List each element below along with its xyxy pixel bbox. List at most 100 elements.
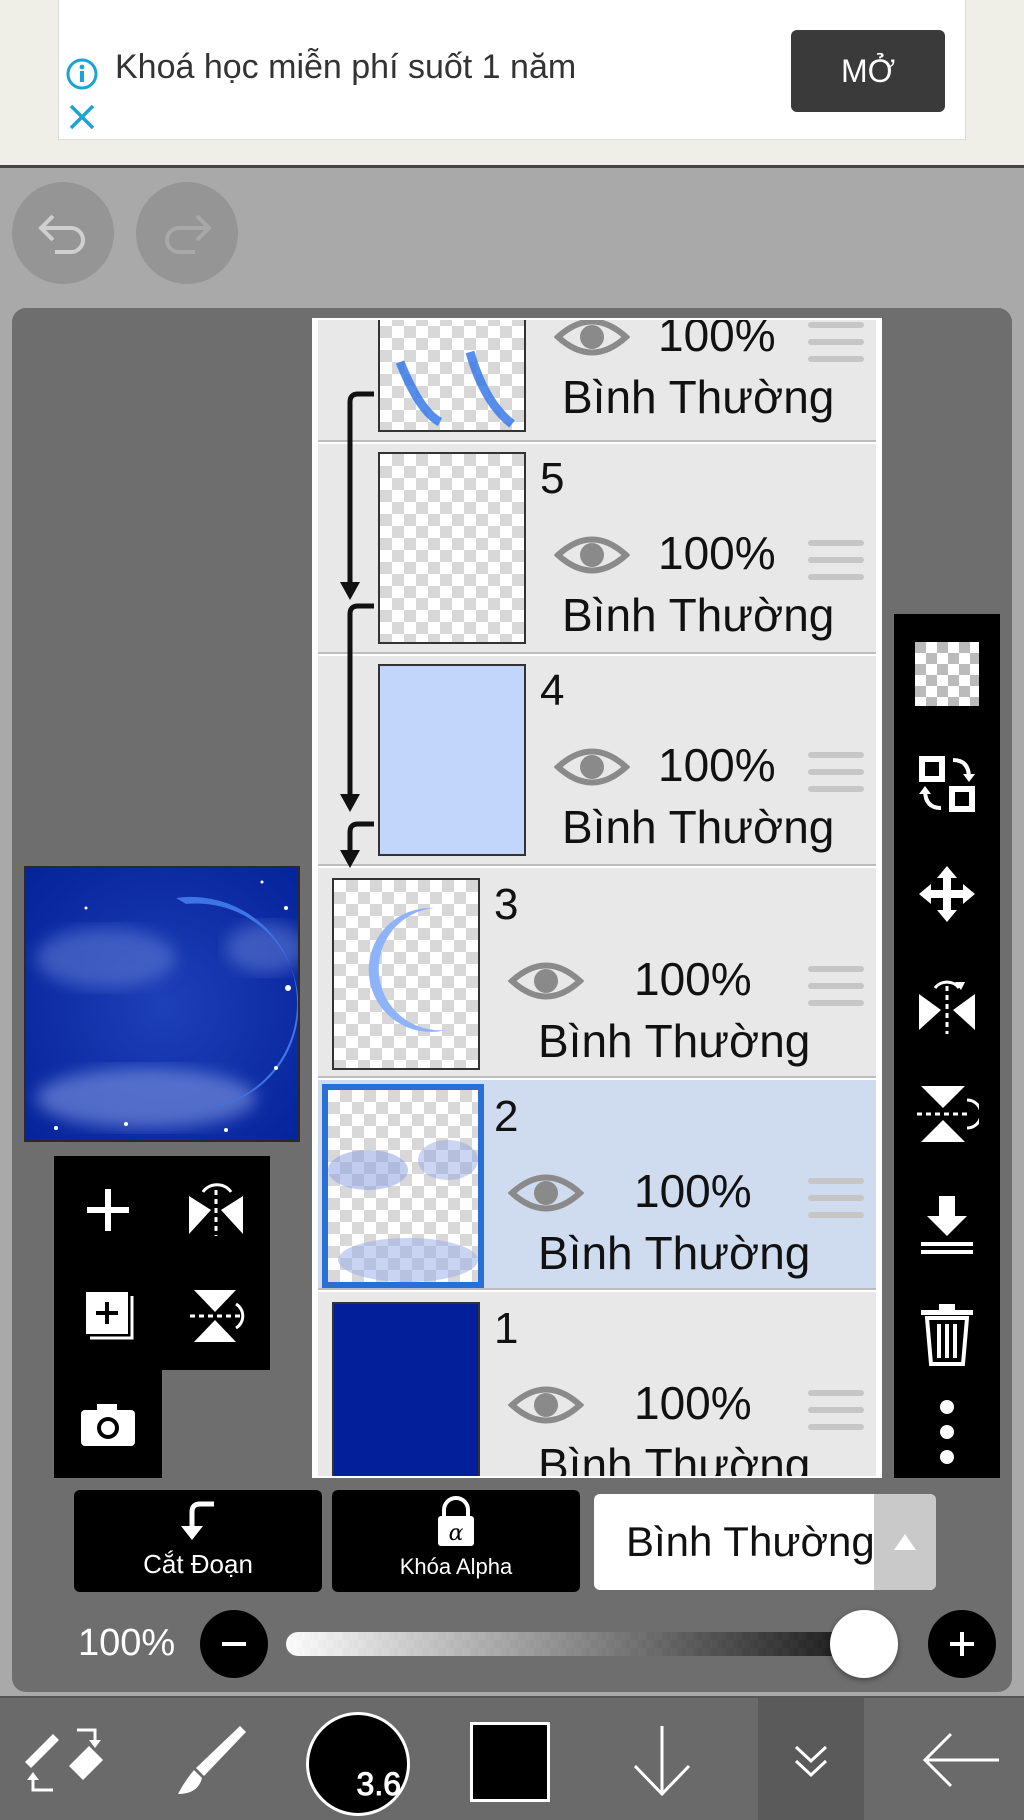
swap-layer-button[interactable] — [907, 744, 987, 824]
merge-down-button[interactable] — [907, 1184, 987, 1264]
visibility-eye-icon[interactable] — [508, 1168, 584, 1218]
drag-handle-icon[interactable] — [808, 540, 864, 584]
flip-vertical-icon — [190, 1290, 245, 1342]
layer-thumbnail — [332, 1302, 480, 1476]
alpha-lock-button[interactable]: α Khóa Alpha — [332, 1490, 580, 1592]
current-color-swatch[interactable] — [470, 1722, 550, 1802]
layer-row-6[interactable]: 100% Bình Thường — [318, 318, 876, 442]
opacity-decrease-button[interactable] — [200, 1610, 268, 1678]
layer-row-2[interactable]: 2 100% Bình Thường — [318, 1080, 876, 1290]
redo-button[interactable] — [136, 182, 238, 284]
undo-button[interactable] — [12, 182, 114, 284]
brush-size-value: 3.6 — [356, 1766, 401, 1803]
flip-horizontal-button[interactable] — [176, 1170, 256, 1250]
brush-size-button[interactable]: 3.6 — [306, 1712, 410, 1816]
double-chevron-down-icon — [794, 1745, 828, 1778]
layer-row-1[interactable]: 1 100% Bình Thường — [318, 1292, 876, 1476]
visibility-eye-icon[interactable] — [554, 318, 630, 362]
layer-opacity: 100% — [658, 527, 776, 579]
move-button[interactable] — [907, 854, 987, 934]
visibility-eye-icon[interactable] — [508, 1380, 584, 1430]
redo-icon — [165, 214, 212, 254]
transparency-button[interactable] — [907, 634, 987, 714]
download-button[interactable] — [612, 1698, 712, 1820]
minus-icon — [222, 1642, 246, 1646]
new-layer-copy-icon — [86, 1292, 134, 1340]
layer-number: 1 — [494, 1304, 519, 1353]
flip-horizontal-icon — [189, 1183, 243, 1236]
triangle-up-icon — [894, 1534, 916, 1550]
layer-thumbnail — [378, 320, 526, 432]
add-folder-button[interactable] — [68, 1276, 148, 1356]
flip-vertical-button[interactable] — [176, 1276, 256, 1356]
blend-mode-dropdown[interactable] — [874, 1494, 936, 1590]
more-options-button[interactable] — [907, 1392, 987, 1472]
svg-text:α: α — [449, 1521, 464, 1546]
flip-horizontal-right-button[interactable] — [907, 964, 987, 1044]
undo-icon — [38, 214, 85, 254]
plus-icon — [950, 1632, 974, 1656]
clipping-label: Cắt Đoạn — [143, 1549, 253, 1579]
opacity-slider-thumb[interactable] — [830, 1610, 898, 1678]
clipping-indicator — [340, 391, 374, 868]
alpha-lock-label: Khóa Alpha — [399, 1554, 513, 1579]
clip-arrow-icon — [181, 1501, 214, 1540]
layer-number: 4 — [540, 666, 565, 715]
add-layer-button[interactable] — [68, 1170, 148, 1250]
canvas-preview[interactable] — [24, 866, 300, 1142]
moon-artwork — [26, 868, 298, 1140]
layer-opacity: 100% — [634, 953, 752, 1005]
layer-opacity-value: 100% — [78, 1622, 176, 1664]
close-icon[interactable] — [67, 102, 97, 132]
visibility-eye-icon[interactable] — [554, 742, 630, 792]
layer-number: 3 — [494, 880, 519, 929]
camera-button[interactable] — [68, 1384, 148, 1464]
brush-eraser-toggle-button[interactable] — [14, 1698, 114, 1820]
merge-down-icon — [921, 1196, 973, 1254]
drag-handle-icon[interactable] — [808, 1178, 864, 1222]
drag-handle-icon[interactable] — [808, 322, 864, 366]
ad-banner: Khoá học miễn phí suốt 1 năm MỞ — [0, 0, 1024, 168]
brush-tool-button[interactable] — [160, 1698, 260, 1820]
layer-thumbnail — [332, 878, 480, 1070]
flip-vertical-right-button[interactable] — [907, 1074, 987, 1154]
layer-panel-toggle-button[interactable] — [758, 1698, 864, 1820]
layer-blend-mode: Bình Thường — [562, 371, 835, 423]
delete-layer-button[interactable] — [907, 1294, 987, 1374]
visibility-eye-icon[interactable] — [508, 956, 584, 1006]
drag-handle-icon[interactable] — [808, 966, 864, 1010]
layer-thumbnail — [378, 452, 526, 644]
drag-handle-icon[interactable] — [808, 1390, 864, 1434]
layer-row-5[interactable]: 5 100% Bình Thường — [318, 444, 876, 654]
layer-opacity: 100% — [634, 1165, 752, 1217]
brush-eraser-swap-icon — [25, 1728, 103, 1792]
layer-opacity: 100% — [658, 318, 776, 361]
opacity-slider[interactable] — [286, 1632, 898, 1656]
brush-icon — [178, 1726, 246, 1794]
visibility-eye-icon[interactable] — [554, 530, 630, 580]
layer-blend-mode: Bình Thường — [538, 1227, 811, 1279]
checkerboard-icon — [915, 642, 979, 706]
back-button[interactable] — [906, 1698, 1016, 1820]
layer-blend-mode: Bình Thường — [562, 801, 835, 853]
layer-opacity: 100% — [634, 1377, 752, 1429]
blend-mode-value: Bình Thường — [626, 1518, 875, 1565]
info-icon[interactable] — [65, 57, 99, 91]
flip-vertical-icon — [917, 1086, 979, 1142]
layer-list[interactable]: 100% Bình Thường 5 100% Bình Thường 4 10 — [312, 318, 882, 1478]
blend-mode-select[interactable]: Bình Thường — [594, 1494, 936, 1590]
flip-horizontal-icon — [919, 980, 975, 1034]
layer-blend-mode: Bình Thường — [562, 589, 835, 641]
ad-open-button[interactable]: MỞ — [791, 30, 945, 112]
ad-text: Khoá học miễn phí suốt 1 năm — [115, 48, 577, 86]
swap-icon — [919, 756, 975, 812]
opacity-increase-button[interactable] — [928, 1610, 996, 1678]
layer-row-3[interactable]: 3 100% Bình Thường — [318, 868, 876, 1078]
layer-row-4[interactable]: 4 100% Bình Thường — [318, 656, 876, 866]
drag-handle-icon[interactable] — [808, 752, 864, 796]
clipping-button[interactable]: Cắt Đoạn — [74, 1490, 322, 1592]
arrow-left-icon — [922, 1732, 999, 1788]
layer-opacity: 100% — [658, 739, 776, 791]
ad-box[interactable]: Khoá học miễn phí suốt 1 năm MỞ — [58, 0, 966, 140]
arrow-down-icon — [633, 1726, 691, 1797]
